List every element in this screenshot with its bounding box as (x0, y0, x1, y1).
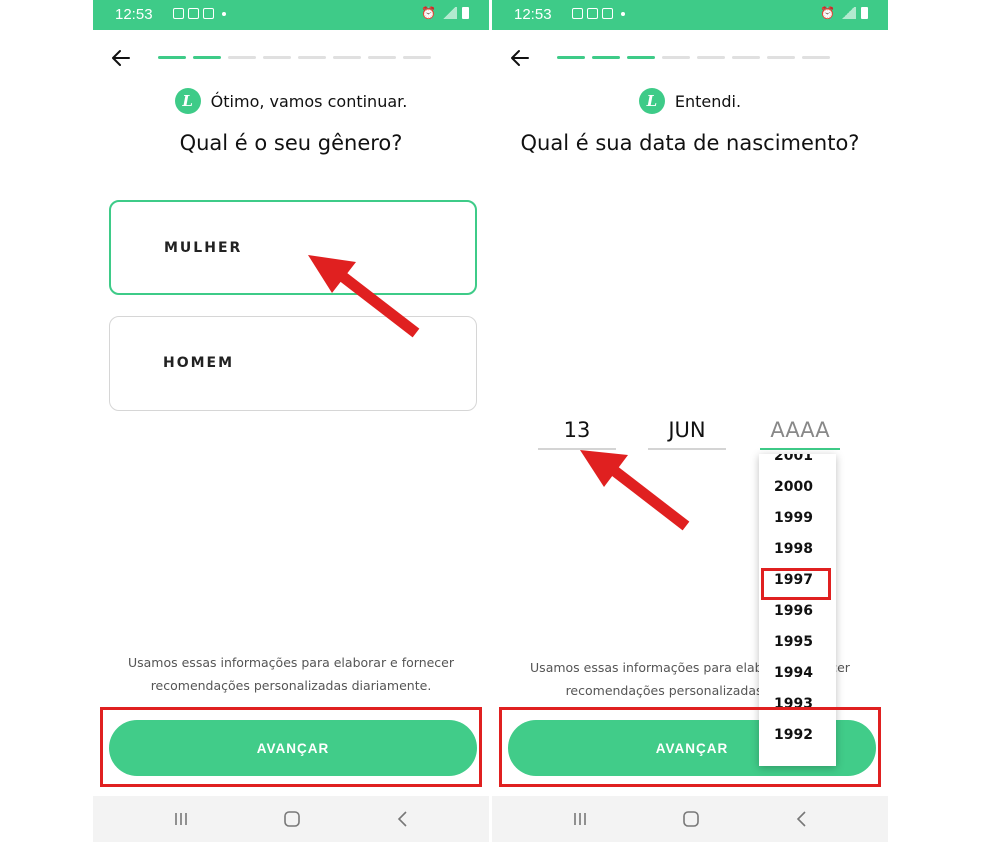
progress-step (368, 56, 396, 59)
highlight-box-advance-left (100, 707, 482, 787)
recent-apps-icon[interactable] (169, 807, 193, 831)
recent-apps-icon[interactable] (568, 807, 592, 831)
system-status-icons: ⏰ (820, 6, 868, 20)
progress-step (228, 56, 256, 59)
progress-step (298, 56, 326, 59)
year-option-1996[interactable]: 1996 (774, 603, 813, 619)
option-label: MULHER (164, 240, 243, 256)
progress-step (767, 56, 795, 59)
back-arrow-icon[interactable] (109, 46, 133, 70)
home-icon[interactable] (280, 807, 304, 831)
info-text-line: Usamos essas informações para elaborar e… (127, 655, 455, 670)
info-text: Usamos essas informações para elaborar e… (93, 651, 489, 697)
status-time: 12:53 (514, 6, 552, 23)
status-time: 12:53 (115, 6, 153, 23)
year-option-1994[interactable]: 1994 (774, 665, 813, 681)
highlight-box-advance-right (499, 707, 881, 787)
progress-step (333, 56, 361, 59)
year-placeholder: AAAA (770, 418, 830, 442)
page-title: Qual é o seu gênero? (179, 131, 403, 155)
option-mulher[interactable]: MULHER (109, 200, 477, 295)
highlight-box-year-1997 (761, 568, 831, 600)
progress-step (662, 56, 690, 59)
instagram-notification-icon (602, 8, 613, 19)
progress-step (732, 56, 760, 59)
bot-message: Ótimo, vamos continuar. (210, 91, 408, 111)
signal-icon (441, 7, 457, 19)
status-bar: 12:53 ⏰ (93, 0, 489, 30)
year-underline (760, 448, 840, 450)
nav-back-icon[interactable] (391, 807, 415, 831)
notification-icons (572, 8, 625, 19)
progress-step (627, 56, 655, 59)
year-option-1998[interactable]: 1998 (774, 541, 813, 557)
status-bar: 12:53 ⏰ (492, 0, 888, 30)
year-option-2001[interactable]: 2001 (774, 454, 813, 464)
bot-message-row: L Entendi. (492, 88, 888, 114)
progress-step (802, 56, 830, 59)
progress-step (193, 56, 221, 59)
signal-icon (840, 7, 856, 19)
gallery-notification-icon (173, 8, 184, 19)
battery-icon (462, 7, 469, 19)
progress-step (697, 56, 725, 59)
more-notifications-icon (621, 12, 625, 16)
progress-step (403, 56, 431, 59)
more-notifications-icon (222, 12, 226, 16)
coach-avatar-icon: L (638, 88, 665, 114)
option-homem[interactable]: HOMEM (109, 316, 477, 411)
instagram-notification-icon (203, 8, 214, 19)
progress-step (263, 56, 291, 59)
info-text-start: Usamos essas informações para elab (530, 660, 763, 675)
bot-message: Entendi. (674, 91, 742, 111)
month-field[interactable]: JUN (648, 418, 726, 450)
progress-indicator (557, 56, 830, 59)
info-text-line: recomendações personalizadas diariamente… (150, 678, 432, 693)
gallery-notification-icon (572, 8, 583, 19)
nav-back-icon[interactable] (790, 807, 814, 831)
day-field[interactable]: 13 (538, 418, 616, 450)
progress-step (592, 56, 620, 59)
page-title: Qual é sua data de nascimento? (520, 131, 860, 155)
android-nav-bar (93, 796, 489, 842)
battery-icon (861, 7, 868, 19)
bot-message-row: L Ótimo, vamos continuar. (93, 88, 489, 114)
year-option-1999[interactable]: 1999 (774, 510, 813, 526)
progress-step (158, 56, 186, 59)
notification-icons (173, 8, 226, 19)
instagram-notification-icon (587, 8, 598, 19)
month-value: JUN (668, 418, 706, 442)
option-label: HOMEM (163, 355, 235, 371)
year-field[interactable]: AAAA (760, 418, 840, 450)
coach-avatar-icon: L (174, 88, 201, 114)
month-underline (648, 448, 726, 450)
info-text-start: recomendações personalizadas d (565, 683, 775, 698)
android-nav-bar (492, 796, 888, 842)
day-underline (538, 448, 616, 450)
instagram-notification-icon (188, 8, 199, 19)
year-option-1995[interactable]: 1995 (774, 634, 813, 650)
year-option-2000[interactable]: 2000 (774, 479, 813, 495)
progress-step (557, 56, 585, 59)
progress-indicator (158, 56, 431, 59)
home-icon[interactable] (679, 807, 703, 831)
back-arrow-icon[interactable] (508, 46, 532, 70)
alarm-icon: ⏰ (421, 6, 436, 20)
alarm-icon: ⏰ (820, 6, 835, 20)
day-value: 13 (563, 418, 591, 442)
system-status-icons: ⏰ (421, 6, 469, 20)
